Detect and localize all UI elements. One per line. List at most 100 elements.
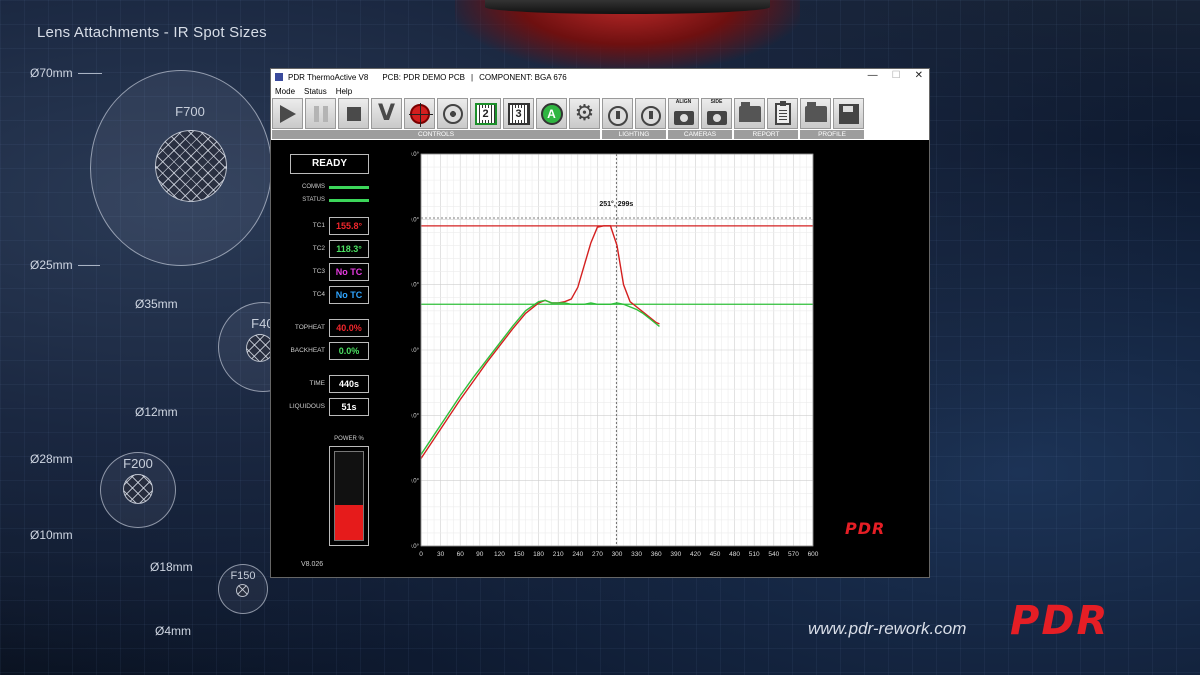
zone3-button[interactable]: 3: [503, 98, 534, 129]
side-label: SIDE: [710, 99, 723, 105]
liquidous-row: LIQUIDOUS 51s: [271, 398, 411, 416]
thermoactive-window: PDR ThermoActive V8 PCB: PDR DEMO PCB | …: [270, 68, 930, 578]
target-button[interactable]: [404, 98, 435, 129]
fan-button[interactable]: [437, 98, 468, 129]
x-tick-label: 90: [476, 551, 484, 558]
y-tick-label: 50.0°: [411, 479, 420, 485]
menu-help[interactable]: Help: [336, 87, 352, 96]
lens-f200-spot: [123, 474, 153, 504]
lens-f700-spot: [155, 130, 227, 202]
top-light-icon: [607, 105, 628, 126]
tc2-label: TC2: [312, 245, 325, 252]
menu-status[interactable]: Status: [304, 87, 327, 96]
cursor-readout: 251°, 299s: [599, 200, 633, 208]
open-report-button[interactable]: [734, 98, 765, 129]
app-icon: [275, 73, 283, 81]
zone3-icon: 3: [507, 102, 530, 125]
top-light-button[interactable]: [602, 98, 633, 129]
settings-button[interactable]: ⚙: [569, 98, 600, 129]
pdr-logo: PDR: [1010, 598, 1110, 644]
tc4-row: TC4 No TC: [271, 286, 411, 304]
tc1-value: 155.8°: [329, 217, 369, 235]
y-tick-label: 150.0°: [411, 348, 420, 354]
y-tick-label: 250.0°: [411, 217, 420, 223]
auto-button[interactable]: A: [536, 98, 567, 129]
ready-status: READY: [290, 154, 369, 174]
zone2-button[interactable]: 2: [470, 98, 501, 129]
tc4-label: TC4: [312, 291, 325, 298]
x-tick-label: 0: [419, 551, 423, 558]
power-meter: [329, 446, 369, 546]
maximize-button[interactable]: ☐: [892, 70, 901, 81]
x-tick-label: 300: [612, 551, 623, 558]
pcb-label: PCB: PDR DEMO PCB: [382, 72, 466, 82]
play-button[interactable]: [272, 98, 303, 129]
v-button[interactable]: V: [371, 98, 402, 129]
report-group: REPORT: [734, 98, 798, 140]
lens-f700-name: F700: [175, 104, 205, 119]
lens-f400-outer-dim: Ø35mm: [135, 297, 178, 311]
title-bar[interactable]: PDR ThermoActive V8 PCB: PDR DEMO PCB | …: [271, 69, 929, 85]
bottom-light-button[interactable]: [635, 98, 666, 129]
open-report-icon: [738, 101, 761, 122]
topheat-value: 40.0%: [329, 319, 369, 337]
play-icon: [279, 104, 296, 123]
controls-group: V 2 3 A ⚙ CONTROLS: [272, 98, 600, 140]
side-camera-button[interactable]: SIDE: [701, 98, 732, 129]
align-camera-button[interactable]: ALIGN: [668, 98, 699, 129]
time-row: TIME 440s: [271, 375, 411, 393]
tc2-value: 118.3°: [329, 240, 369, 258]
version-label: V8.026: [301, 561, 324, 568]
chart-canvas: 0.0° 50.0° 100.0° 150.0° 200.0° 250.0° 300.0° 0…: [411, 152, 819, 558]
x-tick-label: 480: [729, 551, 740, 558]
cameras-group: ALIGN SIDE CAMERAS: [668, 98, 732, 140]
y-tick-label: 200.0°: [411, 283, 420, 289]
menu-mode[interactable]: Mode: [275, 87, 295, 96]
website-url: www.pdr-rework.com: [808, 619, 967, 638]
lens-f150-spot: [236, 584, 249, 597]
side-camera-icon: [706, 110, 727, 125]
pause-icon: [313, 105, 328, 122]
tc3-value: No TC: [329, 263, 369, 281]
stop-icon: [346, 106, 361, 121]
x-tick-label: 150: [514, 551, 525, 558]
save-profile-button[interactable]: [833, 98, 864, 129]
stop-button[interactable]: [338, 98, 369, 129]
tc3-label: TC3: [312, 268, 325, 275]
x-tick-label: 600: [808, 551, 819, 558]
x-tick-label: 420: [690, 551, 701, 558]
lighting-group-label: LIGHTING: [602, 130, 666, 139]
toolbar: V 2 3 A ⚙ CONTROLS LIGHTING ALIGN SIDE C…: [271, 98, 929, 140]
y-tick-label: 300.0°: [411, 152, 420, 158]
liquidous-value: 51s: [329, 398, 369, 416]
close-button[interactable]: ✕: [915, 70, 923, 81]
report-clipboard-button[interactable]: [767, 98, 798, 129]
zone2-icon: 2: [474, 102, 497, 125]
lens-f400-spot-dim: Ø12mm: [135, 405, 178, 419]
lighting-group: LIGHTING: [602, 98, 666, 140]
lens-f700-spot-dim: Ø25mm: [30, 258, 73, 272]
temperature-profile-chart: 0.0° 50.0° 100.0° 150.0° 200.0° 250.0° 300.0° 0…: [411, 141, 831, 579]
x-tick-label: 570: [788, 551, 799, 558]
title-separator: |: [471, 72, 474, 82]
status-indicator: [329, 199, 369, 202]
lens-f200-name: F200: [123, 456, 153, 471]
open-profile-button[interactable]: [800, 98, 831, 129]
open-profile-icon: [804, 101, 827, 122]
save-profile-icon: [838, 103, 859, 124]
status-label: STATUS: [302, 197, 325, 203]
x-tick-label: 450: [710, 551, 721, 558]
minimize-button[interactable]: —: [868, 70, 878, 81]
pdr-window-logo: PDR: [845, 519, 886, 538]
x-tick-label: 240: [572, 551, 583, 558]
x-tick-label: 180: [533, 551, 544, 558]
y-tick-label: 100.0°: [411, 413, 420, 419]
pause-button[interactable]: [305, 98, 336, 129]
tc1-label: TC1: [312, 222, 325, 229]
lens-f150-name: F150: [230, 570, 256, 582]
dim-leader: [78, 73, 102, 74]
clipboard-icon: [774, 100, 791, 125]
x-tick-label: 510: [749, 551, 760, 558]
target-icon: [408, 102, 433, 127]
lens-attachments-title: Lens Attachments - IR Spot Sizes: [37, 24, 267, 41]
